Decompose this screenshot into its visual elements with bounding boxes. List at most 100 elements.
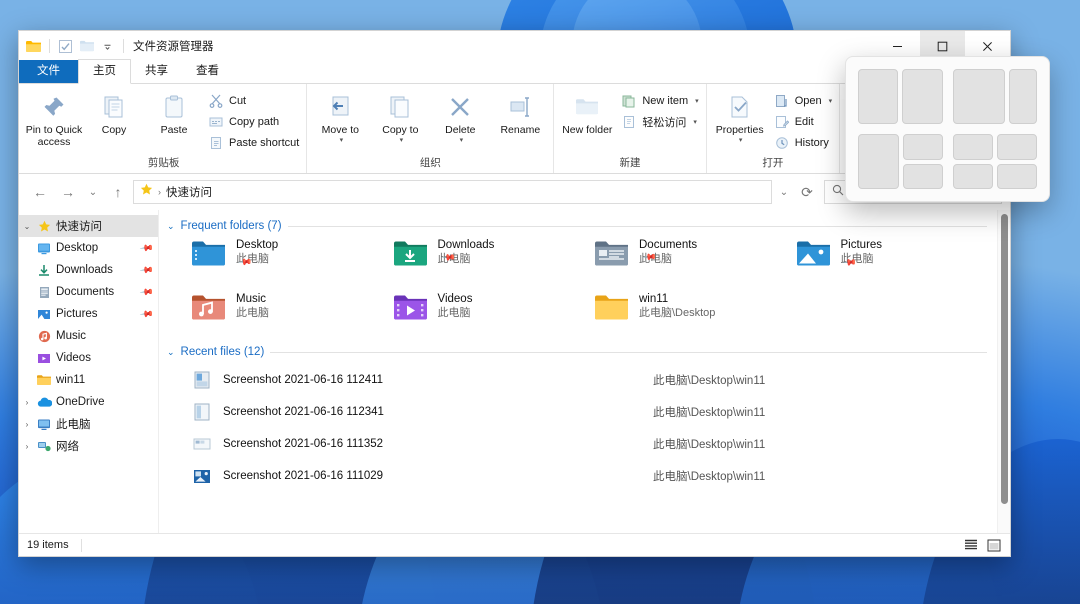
snap-zone[interactable] — [952, 69, 1005, 124]
tab-view[interactable]: 查看 — [182, 60, 233, 83]
sidebar-item-this-pc[interactable]: › 此电脑 — [19, 413, 158, 435]
sidebar-item-win11[interactable]: win11 — [19, 369, 158, 391]
new-folder-icon[interactable] — [78, 38, 95, 55]
chevron-right-icon[interactable]: › — [19, 442, 35, 451]
file-row[interactable]: Screenshot 2021-06-16 111029 此电脑\Desktop… — [191, 460, 997, 492]
sidebar-item-desktop[interactable]: Desktop 📌 — [19, 237, 158, 259]
breadcrumb[interactable]: 快速访问 — [166, 184, 212, 200]
history-button[interactable]: History — [771, 134, 835, 152]
refresh-button[interactable]: ⟳ — [794, 179, 820, 205]
chevron-down-icon[interactable]: ▾ — [695, 97, 699, 105]
file-row[interactable]: Screenshot 2021-06-16 111352 此电脑\Desktop… — [191, 428, 997, 460]
ribbon-group-new: New folder New item ▾ 轻松访问 ▾ 新建 — [554, 84, 707, 173]
snap-zone[interactable] — [996, 163, 1037, 189]
back-button[interactable]: ← — [27, 179, 53, 205]
large-icons-view-icon[interactable] — [985, 537, 1002, 554]
paste-shortcut-button[interactable]: Paste shortcut — [205, 134, 302, 152]
folder-tile[interactable]: win11 此电脑\Desktop — [594, 292, 796, 324]
address-input[interactable]: › 快速访问 — [133, 180, 772, 204]
pin-icon[interactable]: 📌 — [139, 262, 154, 278]
folder-tile[interactable]: Pictures 此电脑 📌 — [796, 238, 998, 278]
snap-zone[interactable] — [858, 69, 899, 124]
move-to-button[interactable]: Move to ▾ — [311, 86, 369, 144]
delete-button[interactable]: Delete ▾ — [431, 86, 489, 144]
sidebar-item-quick-access[interactable]: ⌄ 快速访问 — [19, 215, 158, 237]
pin-to-quick-access-button[interactable]: Pin to Quick access — [25, 86, 83, 148]
snap-layout-two-columns-equal[interactable] — [858, 69, 943, 124]
snap-zone[interactable] — [858, 134, 900, 189]
this-pc-icon — [35, 418, 53, 431]
scrollbar-thumb[interactable] — [1001, 214, 1008, 504]
chevron-down-icon[interactable]: ▾ — [829, 97, 833, 105]
button-label: Open — [794, 95, 822, 107]
chevron-down-icon[interactable]: ▾ — [400, 136, 404, 144]
copy-path-button[interactable]: Copy path — [205, 113, 302, 131]
paste-button[interactable]: Paste — [145, 86, 203, 136]
properties-icon[interactable] — [57, 38, 74, 55]
documents-folder-icon — [594, 238, 630, 270]
easy-access-icon — [621, 114, 637, 130]
pictures-folder-icon — [796, 238, 832, 270]
pin-icon[interactable]: 📌 — [139, 306, 154, 322]
snap-zone[interactable] — [1008, 69, 1037, 124]
tab-file[interactable]: 文件 — [19, 60, 78, 83]
customize-caret-icon[interactable] — [99, 38, 116, 55]
folder-icon[interactable] — [25, 38, 42, 55]
snap-layout-four-quadrants[interactable] — [952, 134, 1037, 189]
pin-icon[interactable]: 📌 — [139, 240, 154, 256]
vertical-scrollbar[interactable] — [997, 210, 1010, 533]
chevron-down-icon[interactable]: ⌄ — [167, 221, 175, 232]
open-button[interactable]: Open ▾ — [771, 92, 835, 110]
recent-locations-button[interactable]: ⌄ — [83, 179, 103, 205]
folder-tile[interactable]: Desktop 此电脑 📌 — [191, 238, 393, 278]
frequent-folders-header[interactable]: ⌄ Frequent folders (7) — [167, 220, 997, 232]
forward-button[interactable]: → — [55, 179, 81, 205]
sidebar-item-onedrive[interactable]: › OneDrive — [19, 391, 158, 413]
sidebar-item-videos[interactable]: Videos — [19, 347, 158, 369]
chevron-down-icon[interactable]: ⌄ — [19, 222, 35, 231]
snap-zone[interactable] — [952, 163, 993, 189]
easy-access-button[interactable]: 轻松访问 ▾ — [618, 113, 701, 131]
new-item-button[interactable]: New item ▾ — [618, 92, 701, 110]
file-row[interactable]: Screenshot 2021-06-16 112411 此电脑\Desktop… — [191, 364, 997, 396]
chevron-down-icon[interactable]: ▾ — [340, 136, 344, 144]
new-folder-button[interactable]: New folder — [558, 86, 616, 136]
previous-locations-button[interactable]: ⌄ — [774, 179, 794, 205]
file-row[interactable]: Screenshot 2021-06-16 112341 此电脑\Desktop… — [191, 396, 997, 428]
up-button[interactable]: ↑ — [105, 179, 131, 205]
chevron-down-icon[interactable]: ▾ — [739, 136, 743, 144]
cut-button[interactable]: Cut — [205, 92, 302, 110]
chevron-down-icon[interactable]: ▾ — [693, 118, 697, 126]
sidebar-item-downloads[interactable]: Downloads 📌 — [19, 259, 158, 281]
edit-button[interactable]: Edit — [771, 113, 835, 131]
copy-button[interactable]: Copy — [85, 86, 143, 136]
sidebar-item-network[interactable]: › 网络 — [19, 435, 158, 457]
rename-button[interactable]: Rename — [491, 86, 549, 136]
snap-zone[interactable] — [952, 134, 993, 160]
folder-tile[interactable]: Videos 此电脑 — [393, 292, 595, 324]
sidebar-item-music[interactable]: Music — [19, 325, 158, 347]
tab-share[interactable]: 共享 — [131, 60, 182, 83]
snap-zone[interactable] — [996, 134, 1037, 160]
folder-tile[interactable]: Music 此电脑 — [191, 292, 393, 324]
snap-layout-three-zones[interactable] — [858, 134, 943, 189]
snap-zone[interactable] — [902, 69, 943, 124]
chevron-down-icon[interactable]: ▾ — [460, 136, 464, 144]
snap-layout-two-columns-wide-left[interactable] — [952, 69, 1037, 124]
pin-icon[interactable]: 📌 — [139, 284, 154, 300]
copy-to-button[interactable]: Copy to ▾ — [371, 86, 429, 144]
snap-zone[interactable] — [903, 163, 943, 189]
file-name: Screenshot 2021-06-16 112411 — [223, 374, 384, 386]
chevron-right-icon[interactable]: › — [19, 398, 35, 407]
sidebar-item-pictures[interactable]: Pictures 📌 — [19, 303, 158, 325]
chevron-down-icon[interactable]: ⌄ — [167, 347, 175, 358]
tab-home[interactable]: 主页 — [78, 59, 131, 84]
folder-tile[interactable]: Documents 此电脑 📌 — [594, 238, 796, 278]
properties-button[interactable]: Properties ▾ — [711, 86, 769, 144]
recent-files-header[interactable]: ⌄ Recent files (12) — [167, 346, 997, 358]
snap-zone[interactable] — [903, 134, 943, 160]
details-view-icon[interactable] — [962, 537, 979, 554]
folder-tile[interactable]: Downloads 此电脑 📌 — [393, 238, 595, 278]
chevron-right-icon[interactable]: › — [19, 420, 35, 429]
sidebar-item-documents[interactable]: Documents 📌 — [19, 281, 158, 303]
